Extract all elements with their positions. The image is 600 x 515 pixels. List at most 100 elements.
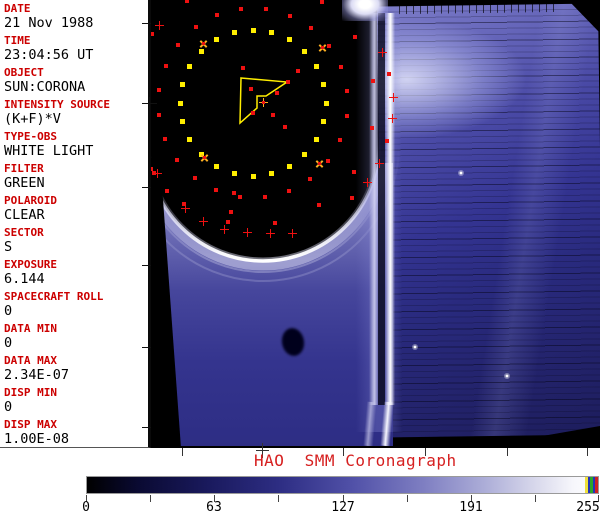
ring-dot [321, 119, 326, 125]
colorbar-tick [535, 495, 536, 502]
colorbar-tick-label: 63 [206, 500, 222, 515]
plus-marker [155, 21, 164, 30]
ring-dot [345, 114, 350, 119]
ring-dot [192, 175, 197, 180]
sidebar-field-value: 1.00E-08 [4, 431, 70, 447]
center-dot [261, 100, 265, 104]
sidebar-field-value: GREEN [4, 175, 45, 191]
sidebar-field-label: SPACECRAFT ROLL [4, 290, 104, 303]
sidebar-field: SPACECRAFT ROLL 0 [4, 290, 146, 322]
ring-dot [176, 42, 181, 47]
sidebar-field-value: 0 [4, 335, 13, 351]
ring-dot [156, 87, 161, 92]
plus-marker [266, 229, 275, 238]
ring-dot [313, 64, 319, 69]
ring-dot [214, 37, 219, 43]
colorbar-tick-label: 127 [331, 500, 355, 515]
left-axis-cross [149, 97, 150, 110]
sidebar-field-label: TYPE-OBS [4, 130, 57, 143]
plus-marker [181, 204, 190, 213]
ring-dot [345, 89, 350, 94]
ring-dot [370, 78, 375, 83]
ring-dot [308, 176, 313, 181]
ring-dot [156, 112, 161, 117]
sidebar-field: SECTOR S [4, 226, 146, 258]
ring-dot [323, 100, 329, 106]
colorbar-annotation-stripe [595, 477, 598, 493]
ring-dot [288, 13, 293, 18]
sidebar-field-value: 0 [4, 303, 13, 319]
sidebar-field: TYPE-OBS WHITE LIGHT [4, 130, 146, 162]
plus-marker [375, 159, 384, 168]
ring-dot [302, 48, 308, 54]
app-window: { "sidebar": { "label_color": "#cc0000",… [0, 0, 600, 515]
marker-dot [249, 87, 253, 91]
ring-dot [321, 81, 326, 87]
ring-dot [287, 163, 292, 169]
plus-marker [388, 114, 397, 123]
marker-dot [385, 139, 389, 143]
image-caption: HAO SMM Coronagraph [254, 451, 457, 470]
marker-dot [283, 125, 287, 129]
ring-dot [338, 138, 343, 143]
sidebar-field-label: FILTER [4, 162, 44, 175]
ring-dot [250, 173, 256, 179]
ring-dot [151, 31, 155, 36]
bottom-axis-tick [182, 448, 183, 456]
left-axis-tick [142, 265, 151, 266]
plus-marker [378, 48, 387, 57]
marker-dot [296, 69, 300, 73]
sidebar-field: DATA MIN 0 [4, 322, 146, 354]
sidebar-field: DATE 21 Nov 1988 [4, 2, 146, 34]
sidebar-field: FILTER GREEN [4, 162, 146, 194]
ring-dot [262, 195, 267, 200]
sidebar-field-label: EXPOSURE [4, 258, 57, 271]
plus-marker [153, 169, 162, 178]
colorbar-tick [150, 495, 151, 502]
sidebar-field-label: DISP MIN [4, 386, 57, 399]
sidebar-field-label: DATA MAX [4, 354, 57, 367]
sidebar-field: INTENSITY SOURCE (K+F)*V [4, 98, 146, 130]
ring-dot [198, 48, 204, 54]
marker-dot [275, 91, 279, 95]
bottom-axis-tick [507, 448, 508, 456]
marker-dot [350, 196, 354, 200]
colorbar-tick-label: 0 [82, 500, 90, 515]
bottom-axis-tick [587, 448, 588, 456]
left-axis-tick [142, 23, 151, 24]
sidebar-field-label: POLAROID [4, 194, 57, 207]
ring-dot [326, 43, 331, 48]
plus-marker [389, 93, 398, 102]
coronagraph-image-canvas[interactable] [151, 0, 600, 448]
marker-dot [286, 80, 290, 84]
x-marker [200, 153, 209, 162]
marker-dot [165, 189, 169, 193]
image-bottom-border [151, 446, 600, 448]
ring-dot [179, 119, 185, 125]
plus-marker [288, 229, 297, 238]
sidebar-field-value: SUN:CORONA [4, 79, 86, 95]
sidebar-field-value: 2.34E-07 [4, 367, 70, 383]
metadata-sidebar: DATE 21 Nov 1988 TIME 23:04:56 UT OBJECT SUN:… [0, 0, 151, 448]
left-axis-tick [142, 427, 151, 428]
ring-dot [184, 0, 189, 3]
marker-dot [387, 72, 391, 76]
ring-dot [313, 137, 319, 142]
ring-dot [231, 29, 237, 35]
pylon-top-highlight [342, 0, 388, 21]
ring-dot [325, 159, 330, 164]
sidebar-field-label: DATA MIN [4, 322, 57, 335]
ring-dot [302, 152, 308, 158]
ring-dot [177, 100, 183, 106]
sidebar-field-value: 0 [4, 399, 13, 415]
colorbar-tick-label: 191 [459, 500, 483, 515]
sidebar-field: EXPOSURE 6.144 [4, 258, 146, 290]
x-marker [315, 159, 324, 168]
sidebar-field-value: 21 Nov 1988 [4, 15, 94, 31]
plus-marker [199, 217, 208, 226]
sidebar-field-label: INTENSITY SOURCE [4, 98, 110, 111]
ring-dot [370, 126, 375, 131]
marker-dot [241, 66, 245, 70]
x-marker [199, 39, 208, 48]
marker-dot [271, 113, 275, 117]
